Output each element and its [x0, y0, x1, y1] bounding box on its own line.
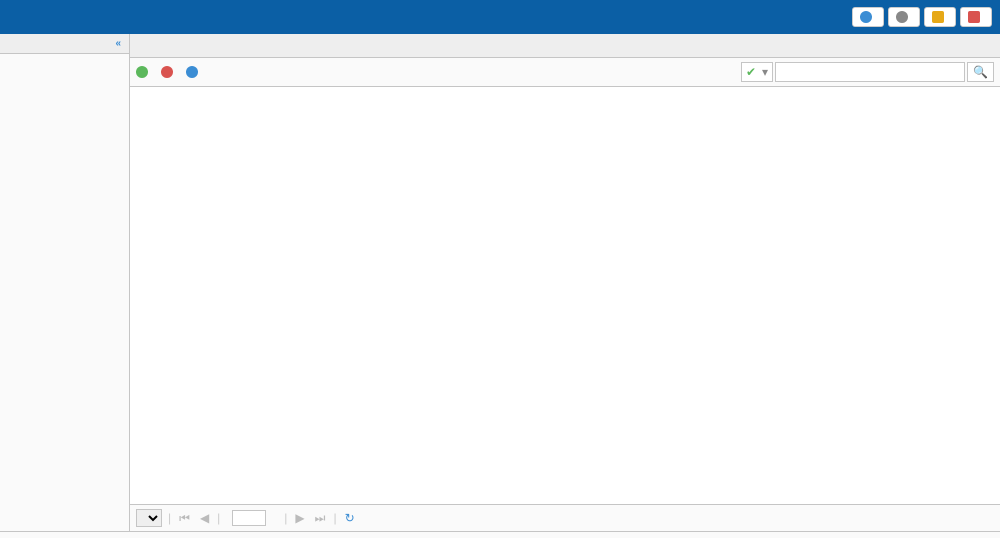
- upload-template-button[interactable]: [136, 66, 151, 78]
- sidebar: «: [0, 34, 130, 531]
- delete-button[interactable]: [161, 66, 176, 78]
- help-icon: [186, 66, 198, 78]
- upload-icon: [136, 66, 148, 78]
- user-icon: [860, 11, 872, 23]
- chevron-down-icon: ▾: [762, 65, 768, 79]
- page-size-select[interactable]: [136, 509, 162, 527]
- refresh-button[interactable]: ↻: [343, 511, 357, 525]
- footer: [0, 531, 1000, 538]
- search-button[interactable]: 🔍: [967, 62, 994, 82]
- search-input[interactable]: [775, 62, 965, 82]
- next-page-button[interactable]: ▶: [293, 511, 306, 525]
- exit-icon: [968, 11, 980, 23]
- collapse-icon[interactable]: «: [115, 38, 121, 49]
- check-icon: ✔: [746, 65, 756, 79]
- first-page-button[interactable]: ⏮: [177, 511, 192, 526]
- prev-page-button[interactable]: ◀: [198, 511, 211, 525]
- logout-button[interactable]: [960, 7, 992, 27]
- welcome-button[interactable]: [852, 7, 884, 27]
- page-input[interactable]: [232, 510, 266, 526]
- last-page-button[interactable]: ⏭: [313, 511, 328, 526]
- help-button[interactable]: [186, 66, 201, 78]
- search-icon: 🔍: [973, 65, 988, 79]
- delete-icon: [161, 66, 173, 78]
- gear-icon: [896, 11, 908, 23]
- global-settings-button[interactable]: [888, 7, 920, 27]
- change-password-button[interactable]: [924, 7, 956, 27]
- sidebar-header: «: [0, 34, 129, 54]
- key-icon: [932, 11, 944, 23]
- filter-field-select[interactable]: ✔▾: [741, 62, 773, 82]
